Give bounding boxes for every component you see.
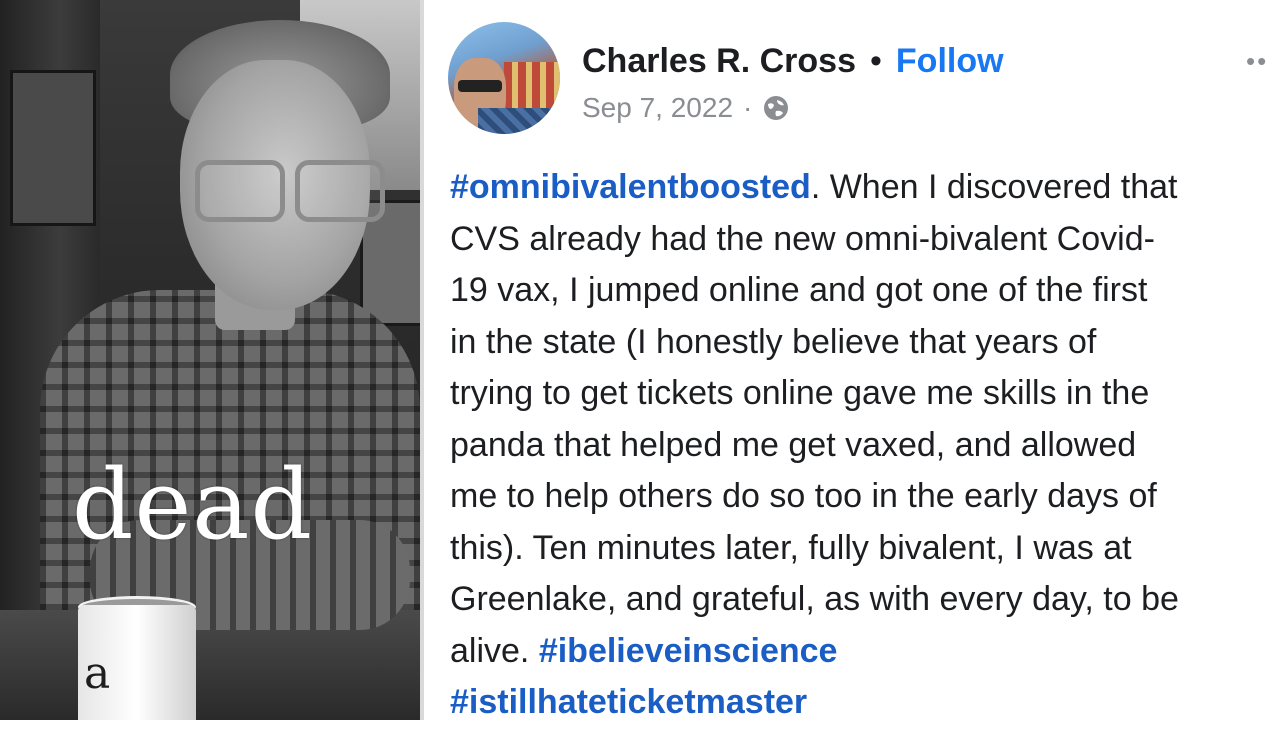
avatar-sunglasses — [458, 80, 502, 92]
post-body-line: me to help others do so too in the early… — [450, 471, 1280, 523]
post-text: alive. — [450, 631, 539, 670]
header-separator: • — [870, 41, 882, 80]
post-text: trying to get tickets online gave me ski… — [450, 374, 1150, 412]
photo-overlay-word: dead — [72, 449, 313, 561]
follow-button[interactable]: Follow — [896, 42, 1004, 81]
post-body-line: #omnibivalentboosted. When I discovered … — [450, 162, 1280, 214]
post-body-line: panda that helped me get vaxed, and allo… — [450, 420, 1280, 472]
meta-separator: · — [743, 92, 753, 123]
post-body-line: alive. #ibelieveinscience — [450, 626, 1280, 678]
hashtag-link[interactable]: #omnibivalentboosted — [450, 168, 811, 206]
post-text: 19 vax, I jumped online and got one of t… — [450, 271, 1148, 309]
post-date-link[interactable]: Sep 7, 2022 — [582, 92, 733, 124]
avatar-shirt — [478, 108, 560, 134]
post-header: Charles R. Cross • Follow — [582, 38, 1004, 84]
post-meta: Sep 7, 2022 · — [582, 88, 790, 128]
post-body-line: Greenlake, and grateful, as with every d… — [450, 574, 1280, 626]
globe-icon[interactable] — [762, 94, 790, 122]
post-text: panda that helped me get vaxed, and allo… — [450, 425, 1137, 464]
photo-glasses — [185, 160, 385, 222]
post-body-line: CVS already had the new omni-bivalent Co… — [450, 214, 1280, 266]
post-body-line: in the state (I honestly believe that ye… — [450, 317, 1280, 369]
post-text: Greenlake, and grateful, as with every d… — [450, 580, 1179, 618]
post-body-line: 19 vax, I jumped online and got one of t… — [450, 265, 1280, 317]
post-body-line: this). Ten minutes later, fully bivalent… — [450, 523, 1280, 575]
post-text: me to help others do so too in the early… — [450, 477, 1157, 515]
post-body-line: #istillhateticketmaster — [450, 677, 1280, 729]
post-text: CVS already had the new omni-bivalent Co… — [450, 219, 1155, 258]
post-body-line: trying to get tickets online gave me ski… — [450, 368, 1280, 420]
post-text: . When I discovered that — [810, 168, 1178, 206]
post-text: this). Ten minutes later, fully bivalent… — [450, 528, 1132, 567]
post-text: in the state (I honestly believe that ye… — [450, 322, 1097, 361]
author-avatar[interactable] — [448, 22, 560, 134]
social-post: Charles R. Cross • Follow •• Sep 7, 2022… — [424, 0, 1280, 721]
photo-glasses-lens — [295, 160, 385, 222]
photo-glasses-lens — [195, 160, 285, 222]
photo-mug-letter: a — [84, 648, 111, 699]
hashtag-link[interactable]: #istillhateticketmaster — [450, 683, 807, 721]
post-body-text: #omnibivalentboosted. When I discovered … — [450, 162, 1280, 729]
hashtag-link[interactable]: #ibelieveinscience — [539, 632, 838, 670]
profile-photo: a dead — [0, 0, 420, 720]
more-dots-icon[interactable]: •• — [1246, 46, 1268, 77]
photo-wall-frame — [10, 70, 96, 226]
author-name-link[interactable]: Charles R. Cross — [582, 42, 856, 81]
